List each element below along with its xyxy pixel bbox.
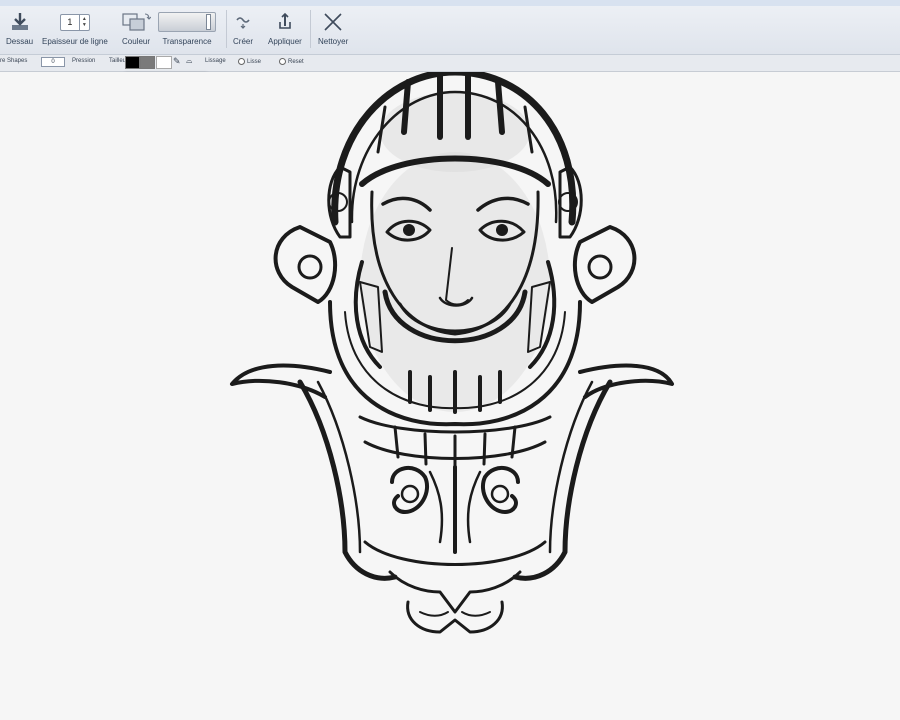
- create-label: Créer: [233, 37, 254, 46]
- reset-radio-icon[interactable]: [279, 58, 286, 65]
- brush-preset-icon[interactable]: ⌓: [186, 56, 192, 66]
- smooth-radio-icon[interactable]: [238, 58, 245, 65]
- toolbar-ribbon: Dessau 1 ▲▼ Epaisseur de ligne Couleur: [0, 0, 900, 55]
- close-x-icon: [322, 8, 344, 36]
- sketch-artwork: [230, 72, 674, 634]
- brush-options-bar: re Shapes 0 Pression Tailleu ✎ ⌓ Lissage…: [0, 55, 900, 72]
- draw-tool-label: Dessau: [6, 37, 34, 46]
- pressure-label: Pression: [72, 58, 96, 64]
- apply-stamp-icon: [275, 8, 295, 36]
- toolbar-separator: [310, 10, 311, 48]
- stepper-arrows-icon[interactable]: ▲ ▼: [78, 14, 89, 30]
- smooth-option[interactable]: Lisse: [238, 58, 261, 65]
- shapes-label: re Shapes: [0, 58, 28, 64]
- clear-label: Nettoyer: [318, 37, 349, 46]
- reset-label: Reset: [288, 59, 304, 66]
- toolbar-separator: [226, 10, 227, 48]
- custom-color-swatch[interactable]: [156, 56, 172, 69]
- reset-option[interactable]: Reset: [279, 58, 304, 65]
- line-thickness-stepper[interactable]: 1 ▲ ▼: [59, 13, 90, 31]
- title-strip: [0, 0, 900, 6]
- create-button[interactable]: Créer: [233, 8, 253, 46]
- drawing-canvas[interactable]: [0, 72, 900, 720]
- smooth-label: Lisse: [247, 59, 262, 66]
- apply-button[interactable]: Appliquer: [268, 8, 302, 46]
- transparency-control[interactable]: Transparence: [158, 8, 216, 46]
- blur-label: Lissage: [205, 58, 226, 64]
- line-thickness-label: Epaisseur de ligne: [42, 37, 108, 46]
- transparency-label: Transparence: [162, 37, 212, 46]
- transparency-slider[interactable]: [158, 12, 216, 32]
- eyedropper-icon[interactable]: ✎: [173, 56, 181, 67]
- draw-tool-button[interactable]: Dessau: [6, 8, 33, 46]
- size-label: Tailleu: [109, 58, 127, 64]
- apply-label: Appliquer: [268, 37, 302, 46]
- secondary-color-swatch[interactable]: [140, 56, 155, 69]
- shapes-stepper[interactable]: 0: [41, 57, 65, 67]
- line-thickness-value: 1: [67, 17, 73, 27]
- color-label: Couleur: [121, 37, 150, 46]
- line-thickness-control[interactable]: 1 ▲ ▼ Epaisseur de ligne: [42, 8, 108, 46]
- color-button[interactable]: Couleur: [121, 8, 151, 46]
- color-swap-icon: [121, 8, 151, 36]
- download-arrow-icon: [9, 8, 31, 36]
- shapes-value: 0: [51, 59, 55, 65]
- clear-button[interactable]: Nettoyer: [318, 8, 348, 46]
- create-brush-icon: [233, 8, 253, 36]
- primary-color-swatch[interactable]: [125, 56, 140, 69]
- transparency-slider-knob[interactable]: [205, 14, 211, 30]
